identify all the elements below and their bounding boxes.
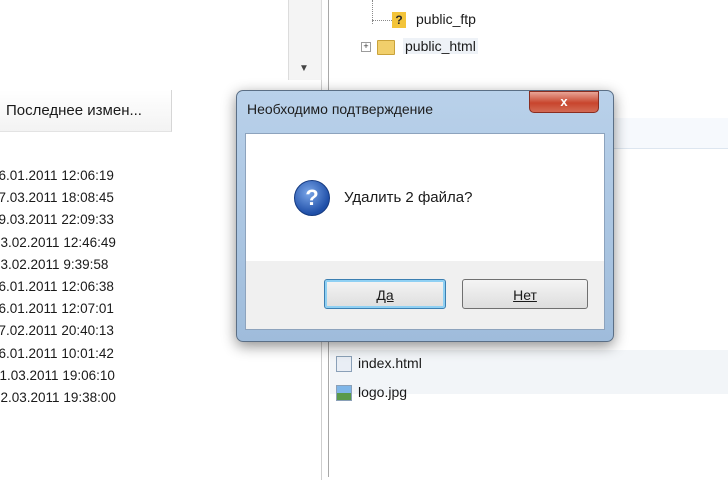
folder-icon	[377, 39, 395, 55]
list-item[interactable]: 09.03.2011 22:09:33	[0, 209, 200, 231]
dialog-footer: Да Нет	[245, 261, 605, 330]
file-name: index.html	[358, 355, 422, 371]
list-item[interactable]: 13.02.2011 12:46:49	[0, 232, 200, 254]
tree-item-label: public_ftp	[416, 11, 476, 27]
help-question-icon: ?	[294, 180, 330, 216]
list-item[interactable]: 26.01.2011 12:07:01	[0, 298, 200, 320]
file-row-index-html[interactable]: index.html	[336, 352, 422, 374]
column-header-last-modified[interactable]: Последнее измен...	[0, 90, 172, 132]
no-button[interactable]: Нет	[462, 279, 588, 309]
scroll-down-arrow-icon[interactable]: ▼	[288, 58, 320, 80]
list-item[interactable]: 26.01.2011 12:06:38	[0, 276, 200, 298]
yes-button-label: Да	[376, 287, 394, 303]
date-list: 26.01.2011 12:06:19 07.03.2011 18:08:45 …	[0, 165, 200, 409]
list-item[interactable]: 27.02.2011 20:40:13	[0, 320, 200, 342]
question-icon: ?	[392, 12, 406, 29]
expand-icon[interactable]: +	[361, 42, 371, 53]
dialog-message: Удалить 2 файла?	[344, 189, 473, 206]
yes-button[interactable]: Да	[324, 279, 446, 309]
close-button[interactable]: x	[529, 91, 599, 113]
dialog-title: Необходимо подтверждение	[247, 101, 433, 117]
list-item[interactable]: 26.01.2011 12:06:19	[0, 165, 200, 187]
image-file-icon	[336, 385, 352, 402]
html-file-icon	[336, 356, 352, 373]
tree-connector	[372, 19, 392, 21]
tree-item-label: public_html	[403, 38, 478, 54]
list-item[interactable]: 12.03.2011 19:38:00	[0, 387, 200, 409]
list-item[interactable]: 11.03.2011 19:06:10	[0, 365, 200, 387]
list-item[interactable]: 07.03.2011 18:08:45	[0, 187, 200, 209]
file-row-logo-jpg[interactable]: logo.jpg	[336, 381, 407, 403]
list-item[interactable]: 13.02.2011 9:39:58	[0, 254, 200, 276]
list-item[interactable]: 26.01.2011 10:01:42	[0, 343, 200, 365]
tree-item-public-html[interactable]: + public_html	[361, 35, 478, 57]
tree-item-public-ftp[interactable]: ? public_ftp	[372, 8, 476, 30]
dialog-body: ? Удалить 2 файла?	[245, 133, 605, 262]
file-name: logo.jpg	[358, 384, 408, 400]
confirm-dialog: Необходимо подтверждение x ? Удалить 2 ф…	[236, 90, 614, 342]
no-button-label: Нет	[513, 287, 537, 303]
